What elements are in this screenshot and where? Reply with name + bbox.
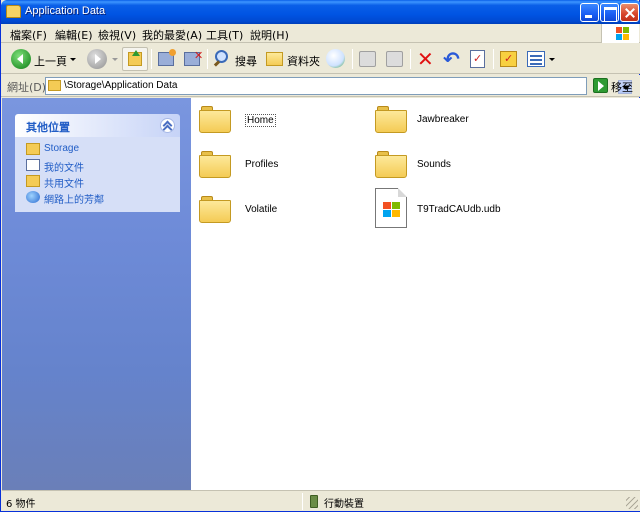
place-link-label: 共用文件 bbox=[44, 179, 84, 190]
folders-label: 資料夾 bbox=[287, 55, 320, 68]
address-input[interactable]: \Storage\Application Data bbox=[45, 77, 632, 95]
chevron-down-icon[interactable] bbox=[70, 58, 76, 61]
menu-favorites[interactable]: 我的最愛(A) bbox=[142, 27, 202, 43]
views-icon bbox=[527, 51, 545, 67]
folder-icon bbox=[375, 149, 407, 179]
close-button[interactable] bbox=[620, 3, 639, 22]
mobile-device-icon bbox=[310, 495, 318, 508]
object-count: 6 物件 bbox=[6, 499, 36, 510]
location-label: 行動裝置 bbox=[324, 499, 364, 510]
window-title: Application Data bbox=[25, 5, 106, 17]
file-item-udb[interactable]: T9TradCAUdb.udb bbox=[375, 188, 545, 228]
folder-item-home[interactable]: Home bbox=[199, 100, 369, 140]
delete-button[interactable]: ✕ bbox=[414, 47, 438, 71]
views-button[interactable] bbox=[524, 47, 556, 71]
undo-icon: ↶ bbox=[443, 47, 460, 71]
folder-item-sounds[interactable]: Sounds bbox=[375, 145, 545, 185]
delete-icon: ✕ bbox=[417, 47, 434, 71]
chevron-down-icon[interactable] bbox=[549, 58, 555, 61]
folder-icon bbox=[199, 149, 231, 179]
item-label: Sounds bbox=[417, 159, 451, 170]
task-pane: 其他位置 Storage 我的文件 共用文件 網路上的芳鄰 bbox=[2, 98, 191, 490]
folder-item-volatile[interactable]: Volatile bbox=[199, 190, 369, 230]
properties-button[interactable] bbox=[383, 47, 407, 71]
mark-icon: ✓ bbox=[500, 51, 517, 67]
sync-button[interactable] bbox=[356, 47, 380, 71]
search-button[interactable]: 搜尋 bbox=[211, 47, 259, 71]
history-icon bbox=[326, 49, 345, 68]
folder-icon bbox=[199, 104, 231, 134]
chevron-down-icon[interactable] bbox=[112, 58, 118, 61]
place-link-label: Storage bbox=[44, 143, 80, 154]
network-globe-icon bbox=[26, 191, 40, 203]
minimize-button[interactable] bbox=[580, 3, 599, 22]
item-label: Home bbox=[245, 114, 276, 127]
forward-button[interactable] bbox=[85, 47, 119, 71]
mark-button[interactable]: ✓ bbox=[497, 47, 521, 71]
folders-icon bbox=[266, 52, 283, 66]
back-label: 上一頁 bbox=[34, 55, 67, 68]
copy-to-button[interactable] bbox=[155, 47, 179, 71]
windows-logo-icon bbox=[601, 24, 639, 43]
resize-grip[interactable] bbox=[626, 497, 638, 509]
status-bar: 6 物件 行動裝置 bbox=[2, 490, 640, 511]
item-label: Profiles bbox=[245, 159, 279, 170]
maximize-button[interactable] bbox=[600, 3, 619, 22]
document-check-icon: ✓ bbox=[470, 50, 485, 68]
folder-up-icon bbox=[128, 50, 142, 66]
menu-bar: 檔案(F) 編輯(E) 檢視(V) 我的最愛(A) 工具(T) 說明(H) bbox=[1, 24, 640, 43]
check-button[interactable]: ✓ bbox=[466, 47, 490, 71]
item-label: T9TradCAUdb.udb bbox=[417, 204, 501, 215]
folder-item-profiles[interactable]: Profiles bbox=[199, 145, 369, 185]
folder-icon bbox=[6, 5, 21, 18]
folders-button[interactable]: 資料夾 bbox=[263, 47, 321, 71]
address-label: 網址(D) bbox=[7, 81, 47, 94]
file-list[interactable]: Home Jawbreaker Profiles Sounds Volatile bbox=[191, 98, 640, 490]
go-button[interactable]: 移至 bbox=[611, 79, 633, 95]
title-bar[interactable]: Application Data bbox=[1, 0, 640, 24]
forward-arrow-icon bbox=[87, 49, 107, 69]
shared-folder-icon bbox=[26, 175, 40, 187]
search-label: 搜尋 bbox=[235, 55, 257, 68]
folder-icon bbox=[48, 80, 61, 91]
menu-view[interactable]: 檢視(V) bbox=[98, 27, 136, 43]
address-path: \Storage\Application Data bbox=[64, 80, 178, 91]
move-to-button[interactable]: ✕ bbox=[181, 47, 205, 71]
system-file-icon bbox=[375, 188, 407, 228]
item-label: Volatile bbox=[245, 204, 278, 215]
menu-tools[interactable]: 工具(T) bbox=[206, 27, 243, 43]
folder-icon bbox=[375, 104, 407, 134]
folder-icon bbox=[199, 194, 231, 224]
menu-edit[interactable]: 編輯(E) bbox=[55, 27, 93, 43]
place-link-label: 我的文件 bbox=[44, 163, 84, 174]
my-documents-icon bbox=[26, 159, 40, 171]
folder-icon bbox=[26, 143, 40, 155]
toolbar: 上一頁 ✕ 搜尋 資料夾 ✕ ↶ ✓ ✓ bbox=[1, 43, 640, 74]
other-places-panel: 其他位置 Storage 我的文件 共用文件 網路上的芳鄰 bbox=[15, 114, 180, 212]
place-link-label: 網路上的芳鄰 bbox=[44, 195, 104, 206]
address-bar: 網址(D) \Storage\Application Data 移至 bbox=[1, 75, 640, 97]
sync-icon bbox=[359, 51, 376, 67]
collapse-chevron-icon[interactable] bbox=[160, 118, 175, 133]
back-button[interactable]: 上一頁 bbox=[7, 47, 79, 71]
history-button[interactable] bbox=[323, 47, 349, 71]
explorer-window: Application Data 檔案(F) 編輯(E) 檢視(V) 我的最愛(… bbox=[0, 0, 640, 512]
panel-header[interactable]: 其他位置 bbox=[15, 114, 180, 137]
panel-title: 其他位置 bbox=[26, 121, 70, 134]
undo-button[interactable]: ↶ bbox=[440, 47, 464, 71]
menu-help[interactable]: 說明(H) bbox=[250, 27, 289, 43]
panel-body: Storage 我的文件 共用文件 網路上的芳鄰 bbox=[15, 137, 180, 212]
back-arrow-icon bbox=[11, 49, 31, 69]
folder-item-jawbreaker[interactable]: Jawbreaker bbox=[375, 100, 545, 140]
menu-file[interactable]: 檔案(F) bbox=[10, 27, 47, 43]
up-folder-button[interactable] bbox=[122, 47, 148, 71]
go-arrow-icon[interactable] bbox=[593, 78, 608, 93]
properties-icon bbox=[386, 51, 403, 67]
item-label: Jawbreaker bbox=[417, 114, 469, 125]
